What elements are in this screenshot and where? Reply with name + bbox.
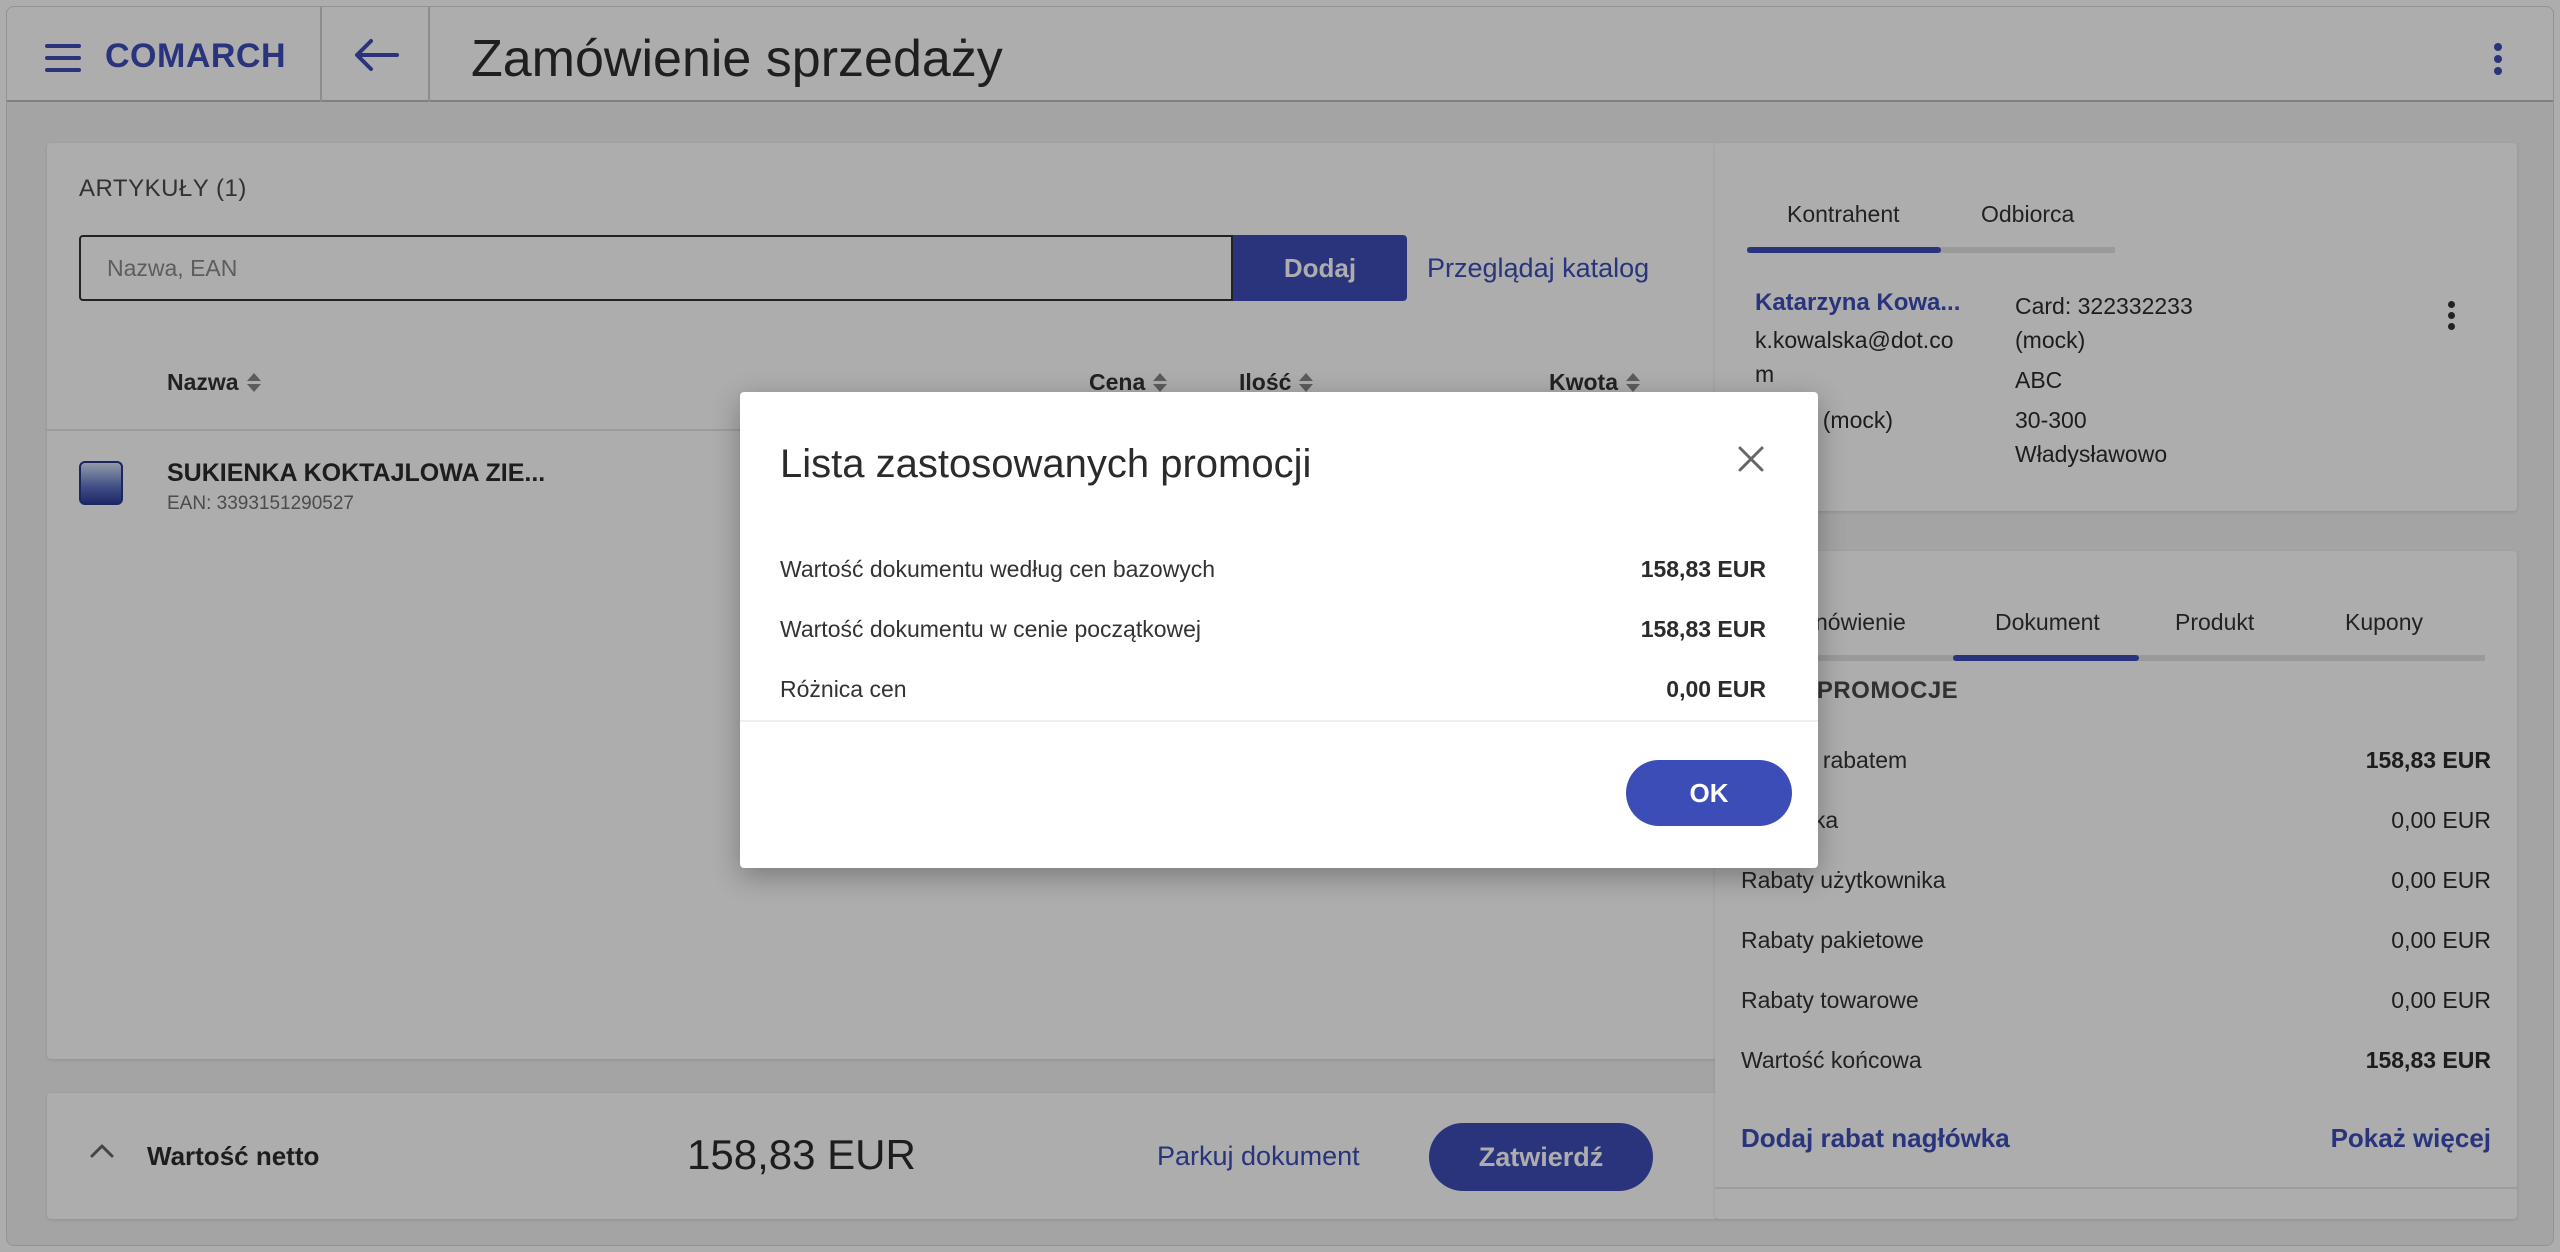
ok-button[interactable]: OK <box>1626 760 1792 826</box>
divider <box>740 720 1818 722</box>
dialog-row: Różnica cen 0,00 EUR <box>780 676 1766 702</box>
dialog-row: Wartość dokumentu w cenie początkowej 158… <box>780 616 1766 642</box>
close-icon[interactable] <box>1736 444 1766 474</box>
dialog-row: Wartość dokumentu według cen bazowych 158… <box>780 556 1766 582</box>
promotions-dialog: Lista zastosowanych promocji Wartość dok… <box>740 392 1818 868</box>
dialog-title: Lista zastosowanych promocji <box>780 442 1312 486</box>
modal-backdrop[interactable]: Lista zastosowanych promocji Wartość dok… <box>0 0 2560 1252</box>
